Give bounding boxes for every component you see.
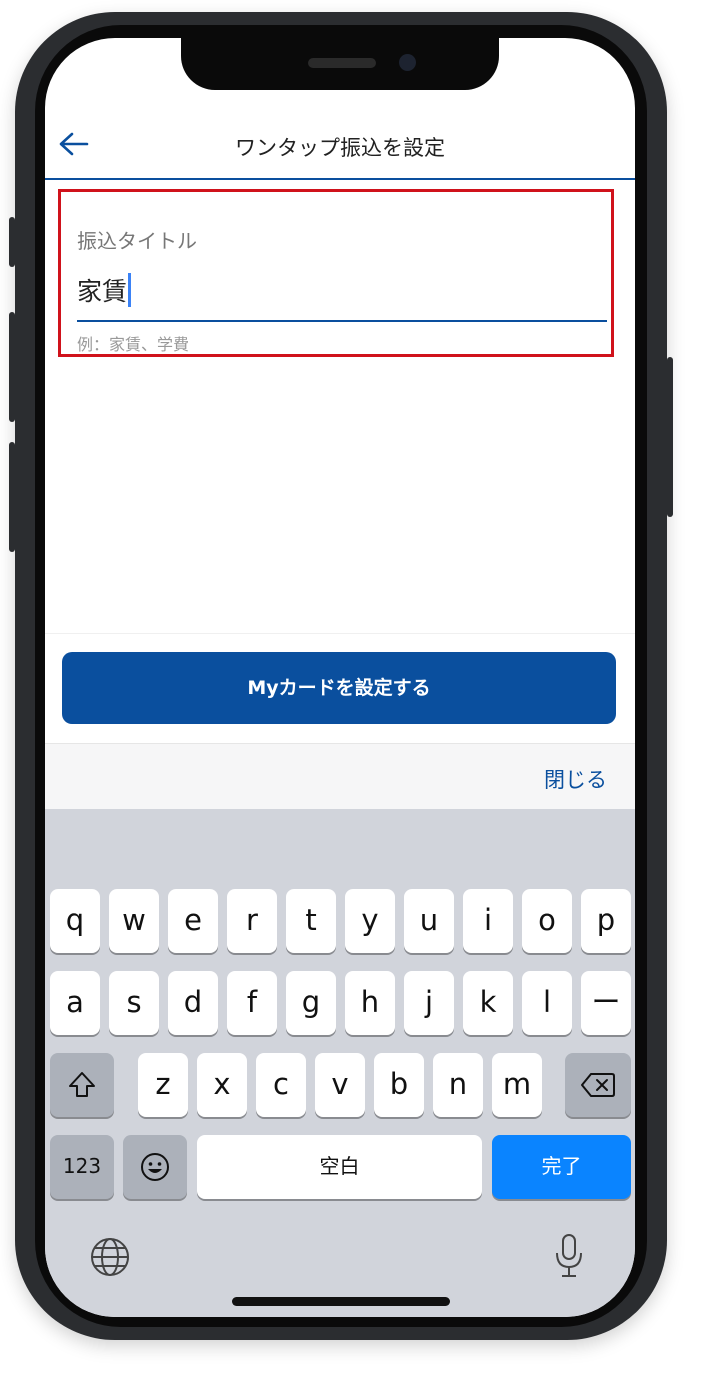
close-keyboard-button[interactable]: 閉じる bbox=[544, 764, 607, 794]
transfer-title-hint: 例：家賃、学費 bbox=[77, 335, 190, 354]
key-w[interactable]: w bbox=[109, 889, 159, 953]
key-q[interactable]: q bbox=[50, 889, 100, 953]
speaker bbox=[308, 58, 376, 68]
key-f[interactable]: f bbox=[227, 971, 277, 1035]
key-j[interactable]: j bbox=[404, 971, 454, 1035]
backspace-key[interactable] bbox=[565, 1053, 631, 1117]
key-u[interactable]: u bbox=[404, 889, 454, 953]
backspace-icon bbox=[581, 1073, 615, 1097]
page-title: ワンタップ振込を設定 bbox=[235, 136, 445, 160]
microphone-icon[interactable] bbox=[553, 1232, 585, 1280]
key-p[interactable]: p bbox=[581, 889, 631, 953]
shift-key[interactable] bbox=[50, 1053, 114, 1117]
screen: ワンタップ振込を設定 振込タイトル 家賃 例：家賃、学費 Myカードを設定する … bbox=[45, 38, 635, 1317]
transfer-title-label: 振込タイトル bbox=[77, 229, 197, 253]
key-a[interactable]: a bbox=[50, 971, 100, 1035]
set-my-card-button[interactable]: Myカードを設定する bbox=[62, 652, 616, 724]
keyboard: q w e r t y u i o p a s d f g h j k l ー … bbox=[45, 809, 635, 1317]
key-b[interactable]: b bbox=[374, 1053, 424, 1117]
home-indicator[interactable] bbox=[232, 1297, 450, 1306]
shift-icon bbox=[69, 1072, 95, 1097]
key-e[interactable]: e bbox=[168, 889, 218, 953]
front-camera bbox=[399, 54, 416, 71]
key-h[interactable]: h bbox=[345, 971, 395, 1035]
transfer-title-input[interactable]: 家賃 bbox=[77, 272, 132, 308]
transfer-title-value: 家賃 bbox=[77, 277, 128, 306]
app-header: ワンタップ振込を設定 bbox=[45, 110, 635, 180]
input-underline bbox=[77, 320, 607, 322]
emoji-key[interactable] bbox=[123, 1135, 187, 1199]
key-d[interactable]: d bbox=[168, 971, 218, 1035]
key-long-vowel[interactable]: ー bbox=[581, 971, 631, 1035]
key-v[interactable]: v bbox=[315, 1053, 365, 1117]
globe-icon[interactable] bbox=[89, 1236, 131, 1278]
notch bbox=[181, 38, 499, 90]
text-caret bbox=[128, 273, 132, 307]
action-area: Myカードを設定する bbox=[45, 633, 635, 744]
done-key[interactable]: 完了 bbox=[492, 1135, 631, 1199]
space-key[interactable]: 空白 bbox=[197, 1135, 482, 1199]
volume-down-button bbox=[9, 442, 15, 552]
volume-up-button bbox=[9, 312, 15, 422]
key-m[interactable]: m bbox=[492, 1053, 542, 1117]
key-s[interactable]: s bbox=[109, 971, 159, 1035]
key-y[interactable]: y bbox=[345, 889, 395, 953]
power-button bbox=[667, 357, 673, 517]
key-k[interactable]: k bbox=[463, 971, 513, 1035]
key-z[interactable]: z bbox=[138, 1053, 188, 1117]
key-t[interactable]: t bbox=[286, 889, 336, 953]
key-o[interactable]: o bbox=[522, 889, 572, 953]
ringer-switch bbox=[9, 217, 15, 267]
emoji-icon bbox=[141, 1153, 169, 1181]
keyboard-accessory-bar: 閉じる bbox=[45, 743, 635, 810]
numbers-key[interactable]: 123 bbox=[50, 1135, 114, 1199]
key-g[interactable]: g bbox=[286, 971, 336, 1035]
key-i[interactable]: i bbox=[463, 889, 513, 953]
key-r[interactable]: r bbox=[227, 889, 277, 953]
key-l[interactable]: l bbox=[522, 971, 572, 1035]
key-c[interactable]: c bbox=[256, 1053, 306, 1117]
key-n[interactable]: n bbox=[433, 1053, 483, 1117]
key-x[interactable]: x bbox=[197, 1053, 247, 1117]
transfer-title-field-highlight: 振込タイトル 家賃 例：家賃、学費 bbox=[58, 189, 614, 357]
